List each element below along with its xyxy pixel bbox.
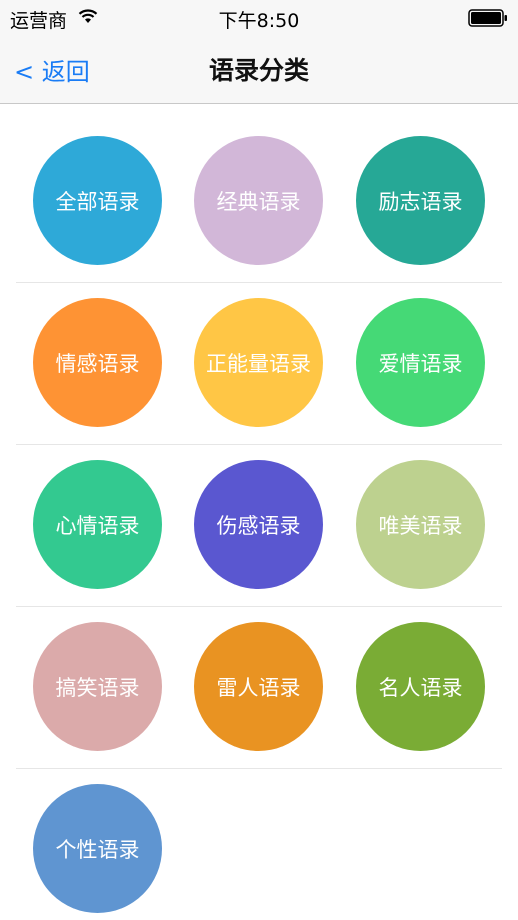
category-label: 正能量语录 xyxy=(206,351,311,376)
status-bar: 运营商 下午8:50 xyxy=(0,0,518,36)
category-shocking-button[interactable]: 雷人语录 xyxy=(194,622,323,751)
category-label: 伤感语录 xyxy=(216,513,301,538)
category-mood-button[interactable]: 心情语录 xyxy=(33,460,162,589)
category-label: 爱情语录 xyxy=(378,351,463,376)
category-label: 个性语录 xyxy=(55,837,140,862)
category-label: 搞笑语录 xyxy=(55,675,140,700)
category-emotion-button[interactable]: 情感语录 xyxy=(33,298,162,427)
navigation-bar: < 返回 语录分类 xyxy=(0,36,518,104)
category-label: 唯美语录 xyxy=(378,513,463,538)
category-funny-button[interactable]: 搞笑语录 xyxy=(33,622,162,751)
category-all-button[interactable]: 全部语录 xyxy=(33,136,162,265)
category-aesthetic-button[interactable]: 唯美语录 xyxy=(356,460,485,589)
battery-icon xyxy=(468,9,507,27)
category-label: 经典语录 xyxy=(216,189,301,214)
category-label: 励志语录 xyxy=(378,189,463,214)
category-grid: 全部语录 经典语录 励志语录 情感语录 正能量语录 爱情语录 心情语录 伤感语录… xyxy=(0,104,518,920)
category-personality-button[interactable]: 个性语录 xyxy=(33,784,162,913)
row-divider xyxy=(16,444,502,445)
category-label: 名人语录 xyxy=(378,675,463,700)
category-label: 全部语录 xyxy=(55,189,140,214)
page-title: 语录分类 xyxy=(208,56,309,85)
status-time: 下午8:50 xyxy=(218,10,300,32)
category-positive-energy-button[interactable]: 正能量语录 xyxy=(194,298,323,427)
category-label: 情感语录 xyxy=(55,351,140,376)
category-classic-button[interactable]: 经典语录 xyxy=(194,136,323,265)
category-love-button[interactable]: 爱情语录 xyxy=(356,298,485,427)
row-divider xyxy=(16,768,502,769)
category-sad-button[interactable]: 伤感语录 xyxy=(194,460,323,589)
category-famous-button[interactable]: 名人语录 xyxy=(356,622,485,751)
category-inspirational-button[interactable]: 励志语录 xyxy=(356,136,485,265)
category-label: 雷人语录 xyxy=(216,675,301,700)
row-divider xyxy=(16,606,502,607)
row-divider xyxy=(16,282,502,283)
category-label: 心情语录 xyxy=(55,513,140,538)
